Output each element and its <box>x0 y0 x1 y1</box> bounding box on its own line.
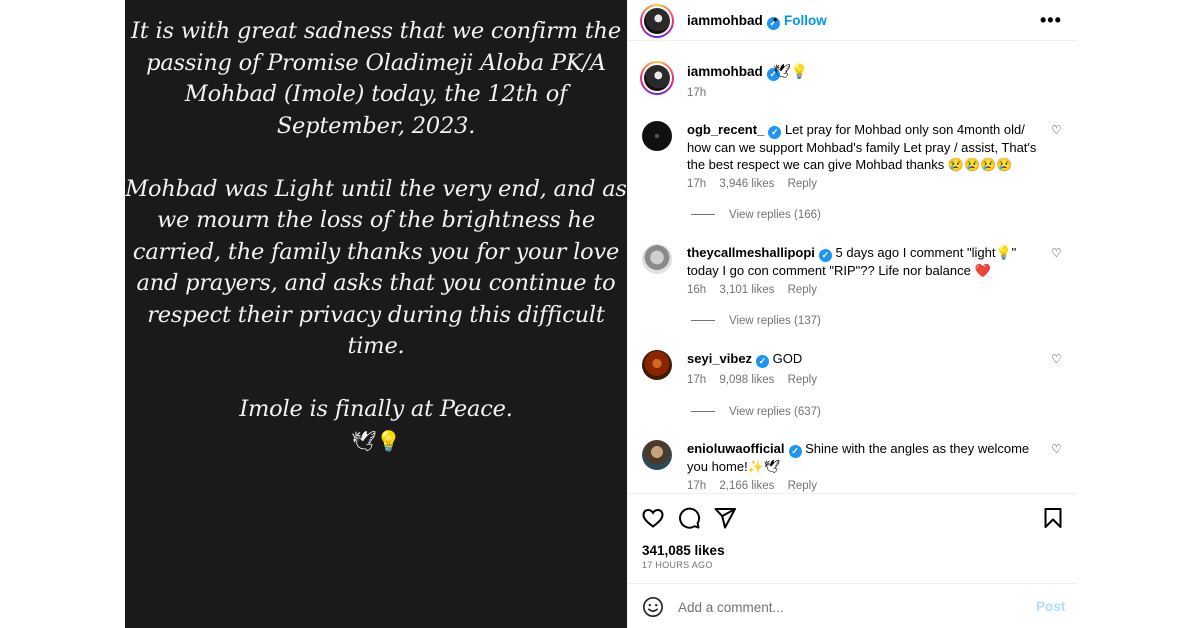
view-replies-button[interactable]: View replies (166) <box>691 209 821 221</box>
comment-time[interactable]: 16h <box>687 284 706 296</box>
comment-likes[interactable]: 2,166 likes <box>719 480 774 492</box>
author-avatar[interactable] <box>640 4 674 38</box>
comment-time[interactable]: 17h <box>687 178 706 190</box>
verified-badge-icon: ✓ <box>768 126 782 139</box>
comment-bubble-icon[interactable] <box>677 506 701 530</box>
story-paragraph-2: Mohbad was Light until the very end, and… <box>125 175 627 360</box>
commenter-username[interactable]: seyi_vibez <box>687 351 752 366</box>
page-margin-left <box>0 0 125 628</box>
comment-meta: 16h 3,101 likes Reply <box>687 284 827 296</box>
dove-bulb-emojis: 🕊💡 <box>351 428 401 453</box>
reply-button[interactable]: Reply <box>788 480 817 492</box>
comment-body: seyi_vibez ✓ GOD <box>687 350 1039 368</box>
view-replies-button[interactable]: View replies (137) <box>691 315 821 327</box>
author-username[interactable]: iammohbad ✓ <box>687 13 780 30</box>
commenter-avatar[interactable] <box>642 121 672 151</box>
post-likes-count[interactable]: 341,085 likes <box>642 543 725 558</box>
commenter-avatar[interactable] <box>642 350 672 380</box>
add-comment-bar: Post <box>628 583 1076 628</box>
caption-avatar[interactable] <box>640 61 674 95</box>
like-comment-heart-icon[interactable]: ♡ <box>1051 353 1063 365</box>
post-image: It is with great sadness that we confirm… <box>125 0 627 628</box>
commenter-avatar[interactable] <box>642 440 672 470</box>
comment-meta: 17h 3,946 likes Reply <box>687 178 827 190</box>
post-header: iammohbad ✓ • Follow ••• <box>628 0 1076 41</box>
comment-body: enioluwaofficial ✓ Shine with the angles … <box>687 440 1039 475</box>
post-sidebar: iammohbad ✓ • Follow ••• iammohbad ✓ 🕊💡 17… <box>627 0 1076 628</box>
comment-meta: 17h 2,166 likes Reply <box>687 480 827 492</box>
caption-username[interactable]: iammohbad ✓ <box>687 64 780 81</box>
comment-body: ogb_recent_ ✓ Let pray for Mohbad only so… <box>687 121 1039 173</box>
commenter-username[interactable]: enioluwaofficial <box>687 441 785 456</box>
commenter-avatar[interactable] <box>642 244 672 274</box>
post-image-text: It is with great sadness that we confirm… <box>125 16 627 456</box>
reply-button[interactable]: Reply <box>788 178 817 190</box>
comment-time[interactable]: 17h <box>687 374 706 386</box>
comments-list[interactable]: iammohbad ✓ 🕊💡 17h ogb_recent_ ✓ Let pray … <box>628 41 1076 492</box>
post-timestamp[interactable]: 17 HOURS AGO <box>642 560 713 570</box>
page-margin-right <box>1075 0 1200 628</box>
verified-badge-icon: ✓ <box>756 355 770 368</box>
comment-likes[interactable]: 3,946 likes <box>719 178 774 190</box>
like-comment-heart-icon[interactable]: ♡ <box>1051 247 1063 259</box>
caption-text: 🕊💡 <box>773 63 809 79</box>
like-heart-icon[interactable] <box>641 506 665 530</box>
reply-button[interactable]: Reply <box>788 374 817 386</box>
like-comment-heart-icon[interactable]: ♡ <box>1051 124 1063 136</box>
save-bookmark-icon[interactable] <box>1041 506 1065 530</box>
commenter-username[interactable]: ogb_recent_ <box>687 122 764 137</box>
story-paragraph-1: It is with great sadness that we confirm… <box>131 18 621 139</box>
post-comment-button[interactable]: Post <box>1036 599 1065 614</box>
comment-text: GOD <box>772 351 803 366</box>
more-options-icon[interactable]: ••• <box>1040 10 1062 31</box>
add-comment-input[interactable] <box>678 597 998 617</box>
separator-dot: • <box>773 12 778 27</box>
share-paper-plane-icon[interactable] <box>713 506 737 530</box>
reply-button[interactable]: Reply <box>788 284 817 296</box>
post-actions-bar: 341,085 likes 17 HOURS AGO <box>628 493 1076 583</box>
caption-timestamp[interactable]: 17h <box>687 87 706 99</box>
story-paragraph-3: Imole is finally at Peace. <box>239 396 513 422</box>
like-comment-heart-icon[interactable]: ♡ <box>1051 443 1063 455</box>
comment-likes[interactable]: 9,098 likes <box>719 374 774 386</box>
comment-likes[interactable]: 3,101 likes <box>719 284 774 296</box>
commenter-username[interactable]: theycallmeshallipopi <box>687 245 815 260</box>
verified-badge-icon: ✓ <box>818 249 832 262</box>
view-replies-button[interactable]: View replies (637) <box>691 406 821 418</box>
instagram-post-view: It is with great sadness that we confirm… <box>0 0 1200 628</box>
follow-button[interactable]: Follow <box>784 13 827 28</box>
verified-badge-icon: ✓ <box>788 445 802 458</box>
comment-body: theycallmeshallipopi ✓ 5 days ago I comme… <box>687 244 1039 279</box>
emoji-smiley-icon[interactable] <box>642 596 664 618</box>
comment-time[interactable]: 17h <box>687 480 706 492</box>
comment-meta: 17h 9,098 likes Reply <box>687 374 827 386</box>
